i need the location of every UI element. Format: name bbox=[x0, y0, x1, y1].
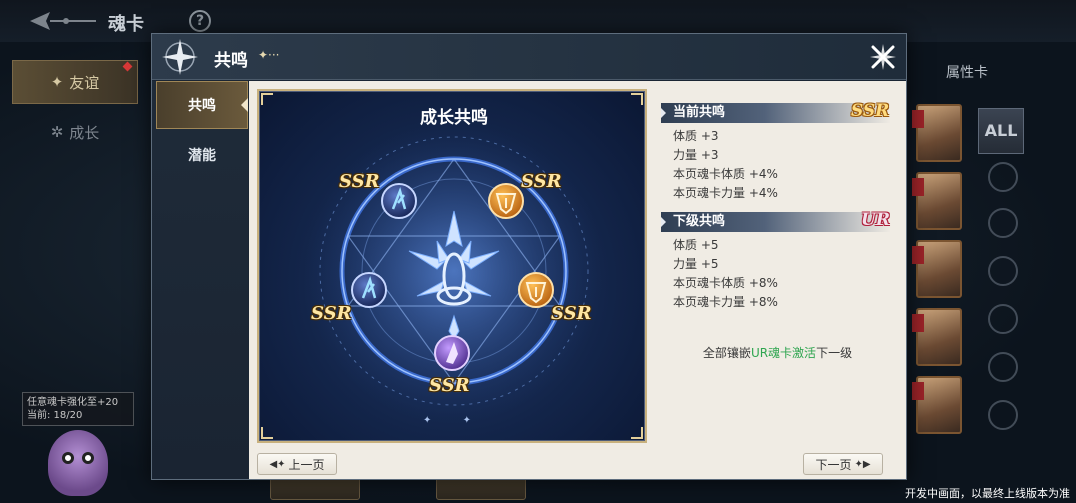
tab-grow-label: 成长 bbox=[69, 123, 100, 142]
activation-hint-pre: 全部镶嵌 bbox=[702, 346, 751, 360]
arrow-right-icon: ✦▶ bbox=[854, 458, 871, 470]
slot-orb-top-left[interactable] bbox=[381, 183, 417, 219]
prev-page-label: 上一页 bbox=[288, 457, 325, 472]
tab-friend[interactable]: ✦ 友谊 bbox=[12, 60, 138, 104]
slot-rank-label: SSR bbox=[551, 303, 592, 324]
slot-orb-bottom[interactable] bbox=[434, 335, 470, 371]
dialog-content: 成长共鸣 SSR SSR SSR SSR SSR ✦ ✦ 当前共鸣 SSR 体质… bbox=[249, 81, 906, 479]
decor-dots: ✦ ✦ bbox=[423, 415, 485, 426]
back-icon[interactable] bbox=[26, 8, 98, 34]
screen-title: 魂卡 bbox=[108, 14, 144, 35]
close-button[interactable] bbox=[868, 42, 898, 72]
dialog-title: 共鸣 bbox=[214, 51, 248, 71]
next-stat: 本页魂卡体质 +8% bbox=[673, 276, 778, 290]
card-portrait[interactable] bbox=[912, 376, 962, 434]
slot-rank-label: SSR bbox=[311, 303, 352, 324]
tab-resonance[interactable]: 共鸣 bbox=[156, 81, 248, 129]
slot-rank-label: SSR bbox=[521, 171, 562, 192]
prev-page-button[interactable]: ◀✦ 上一页 bbox=[257, 453, 337, 475]
resonance-panel: 成长共鸣 SSR SSR SSR SSR SSR ✦ ✦ bbox=[257, 89, 647, 443]
resonance-title: 成长共鸣 bbox=[420, 108, 488, 128]
dialog-header: 共鸣 ✦··· bbox=[152, 34, 906, 80]
next-page-label: 下一页 bbox=[815, 457, 852, 472]
current-stat: 本页魂卡体质 +4% bbox=[673, 167, 778, 181]
activation-hint: 全部镶嵌UR魂卡激活下一级 bbox=[655, 344, 900, 361]
notification-dot bbox=[122, 61, 133, 72]
help-icon[interactable]: ? bbox=[189, 10, 211, 32]
activation-hint-post: 下一级 bbox=[816, 346, 853, 360]
slot-orb-mid-left[interactable] bbox=[351, 272, 387, 308]
attribute-card-tab[interactable]: 属性卡 bbox=[920, 62, 1014, 86]
dev-footnote: 开发中画面，以最终上线版本为准 bbox=[905, 487, 1070, 500]
quest-tip-progress: 当前: 18/20 bbox=[27, 410, 83, 421]
next-stat: 力量 +5 bbox=[673, 257, 719, 271]
next-resonance-heading: 下级共鸣 bbox=[661, 212, 891, 232]
card-portrait[interactable] bbox=[912, 104, 962, 162]
card-portrait[interactable] bbox=[912, 172, 962, 230]
tab-friend-label: 友谊 bbox=[69, 73, 100, 92]
arrow-left-icon: ◀✦ bbox=[269, 458, 286, 470]
title-decoration: ✦··· bbox=[258, 48, 280, 62]
close-icon bbox=[870, 44, 896, 70]
next-rank-badge: UR bbox=[861, 210, 890, 230]
tab-grow[interactable]: ✲ 成长 bbox=[12, 110, 138, 154]
resonance-dialog: 共鸣 ✦··· 共鸣 潜能 成长共鸣 SSR SSR SSR SSR SSR ✦… bbox=[151, 33, 907, 480]
next-stat: 本页魂卡力量 +8% bbox=[673, 295, 778, 309]
class-filter-icon[interactable] bbox=[988, 352, 1018, 382]
side-tabs: 共鸣 潜能 bbox=[152, 81, 248, 479]
next-stat: 体质 +5 bbox=[673, 238, 719, 252]
slot-rank-label: SSR bbox=[339, 171, 380, 192]
slot-orb-mid-right[interactable] bbox=[518, 272, 554, 308]
current-rank-badge: SSR bbox=[851, 101, 890, 121]
class-filter-icon[interactable] bbox=[988, 162, 1018, 192]
class-filter-icon[interactable] bbox=[988, 304, 1018, 334]
card-portrait[interactable] bbox=[912, 308, 962, 366]
class-filter-icon[interactable] bbox=[988, 256, 1018, 286]
slot-rank-label: SSR bbox=[429, 375, 470, 396]
card-portrait[interactable] bbox=[912, 240, 962, 298]
current-stat: 体质 +3 bbox=[673, 129, 719, 143]
quest-tip: 任意魂卡强化至+20 当前: 18/20 bbox=[22, 392, 134, 426]
resonance-info: 当前共鸣 SSR 体质 +3 力量 +3 本页魂卡体质 +4% 本页魂卡力量 +… bbox=[655, 89, 900, 443]
star-icon: ✦ bbox=[50, 73, 64, 91]
slot-orb-top-right[interactable] bbox=[488, 183, 524, 219]
compass-star-icon bbox=[162, 39, 198, 75]
current-stat: 力量 +3 bbox=[673, 148, 719, 162]
class-filter-icon[interactable] bbox=[988, 208, 1018, 238]
activation-hint-highlight: UR魂卡激活 bbox=[750, 346, 817, 360]
tab-potential[interactable]: 潜能 bbox=[156, 131, 248, 179]
current-stat: 本页魂卡力量 +4% bbox=[673, 186, 778, 200]
class-filter-icon[interactable] bbox=[988, 400, 1018, 430]
mascot[interactable] bbox=[48, 430, 108, 496]
quest-tip-line: 任意魂卡强化至+20 bbox=[27, 397, 119, 408]
filter-all-button[interactable]: ALL bbox=[978, 108, 1024, 154]
next-page-button[interactable]: 下一页 ✦▶ bbox=[803, 453, 883, 475]
sprout-icon: ✲ bbox=[50, 123, 64, 141]
